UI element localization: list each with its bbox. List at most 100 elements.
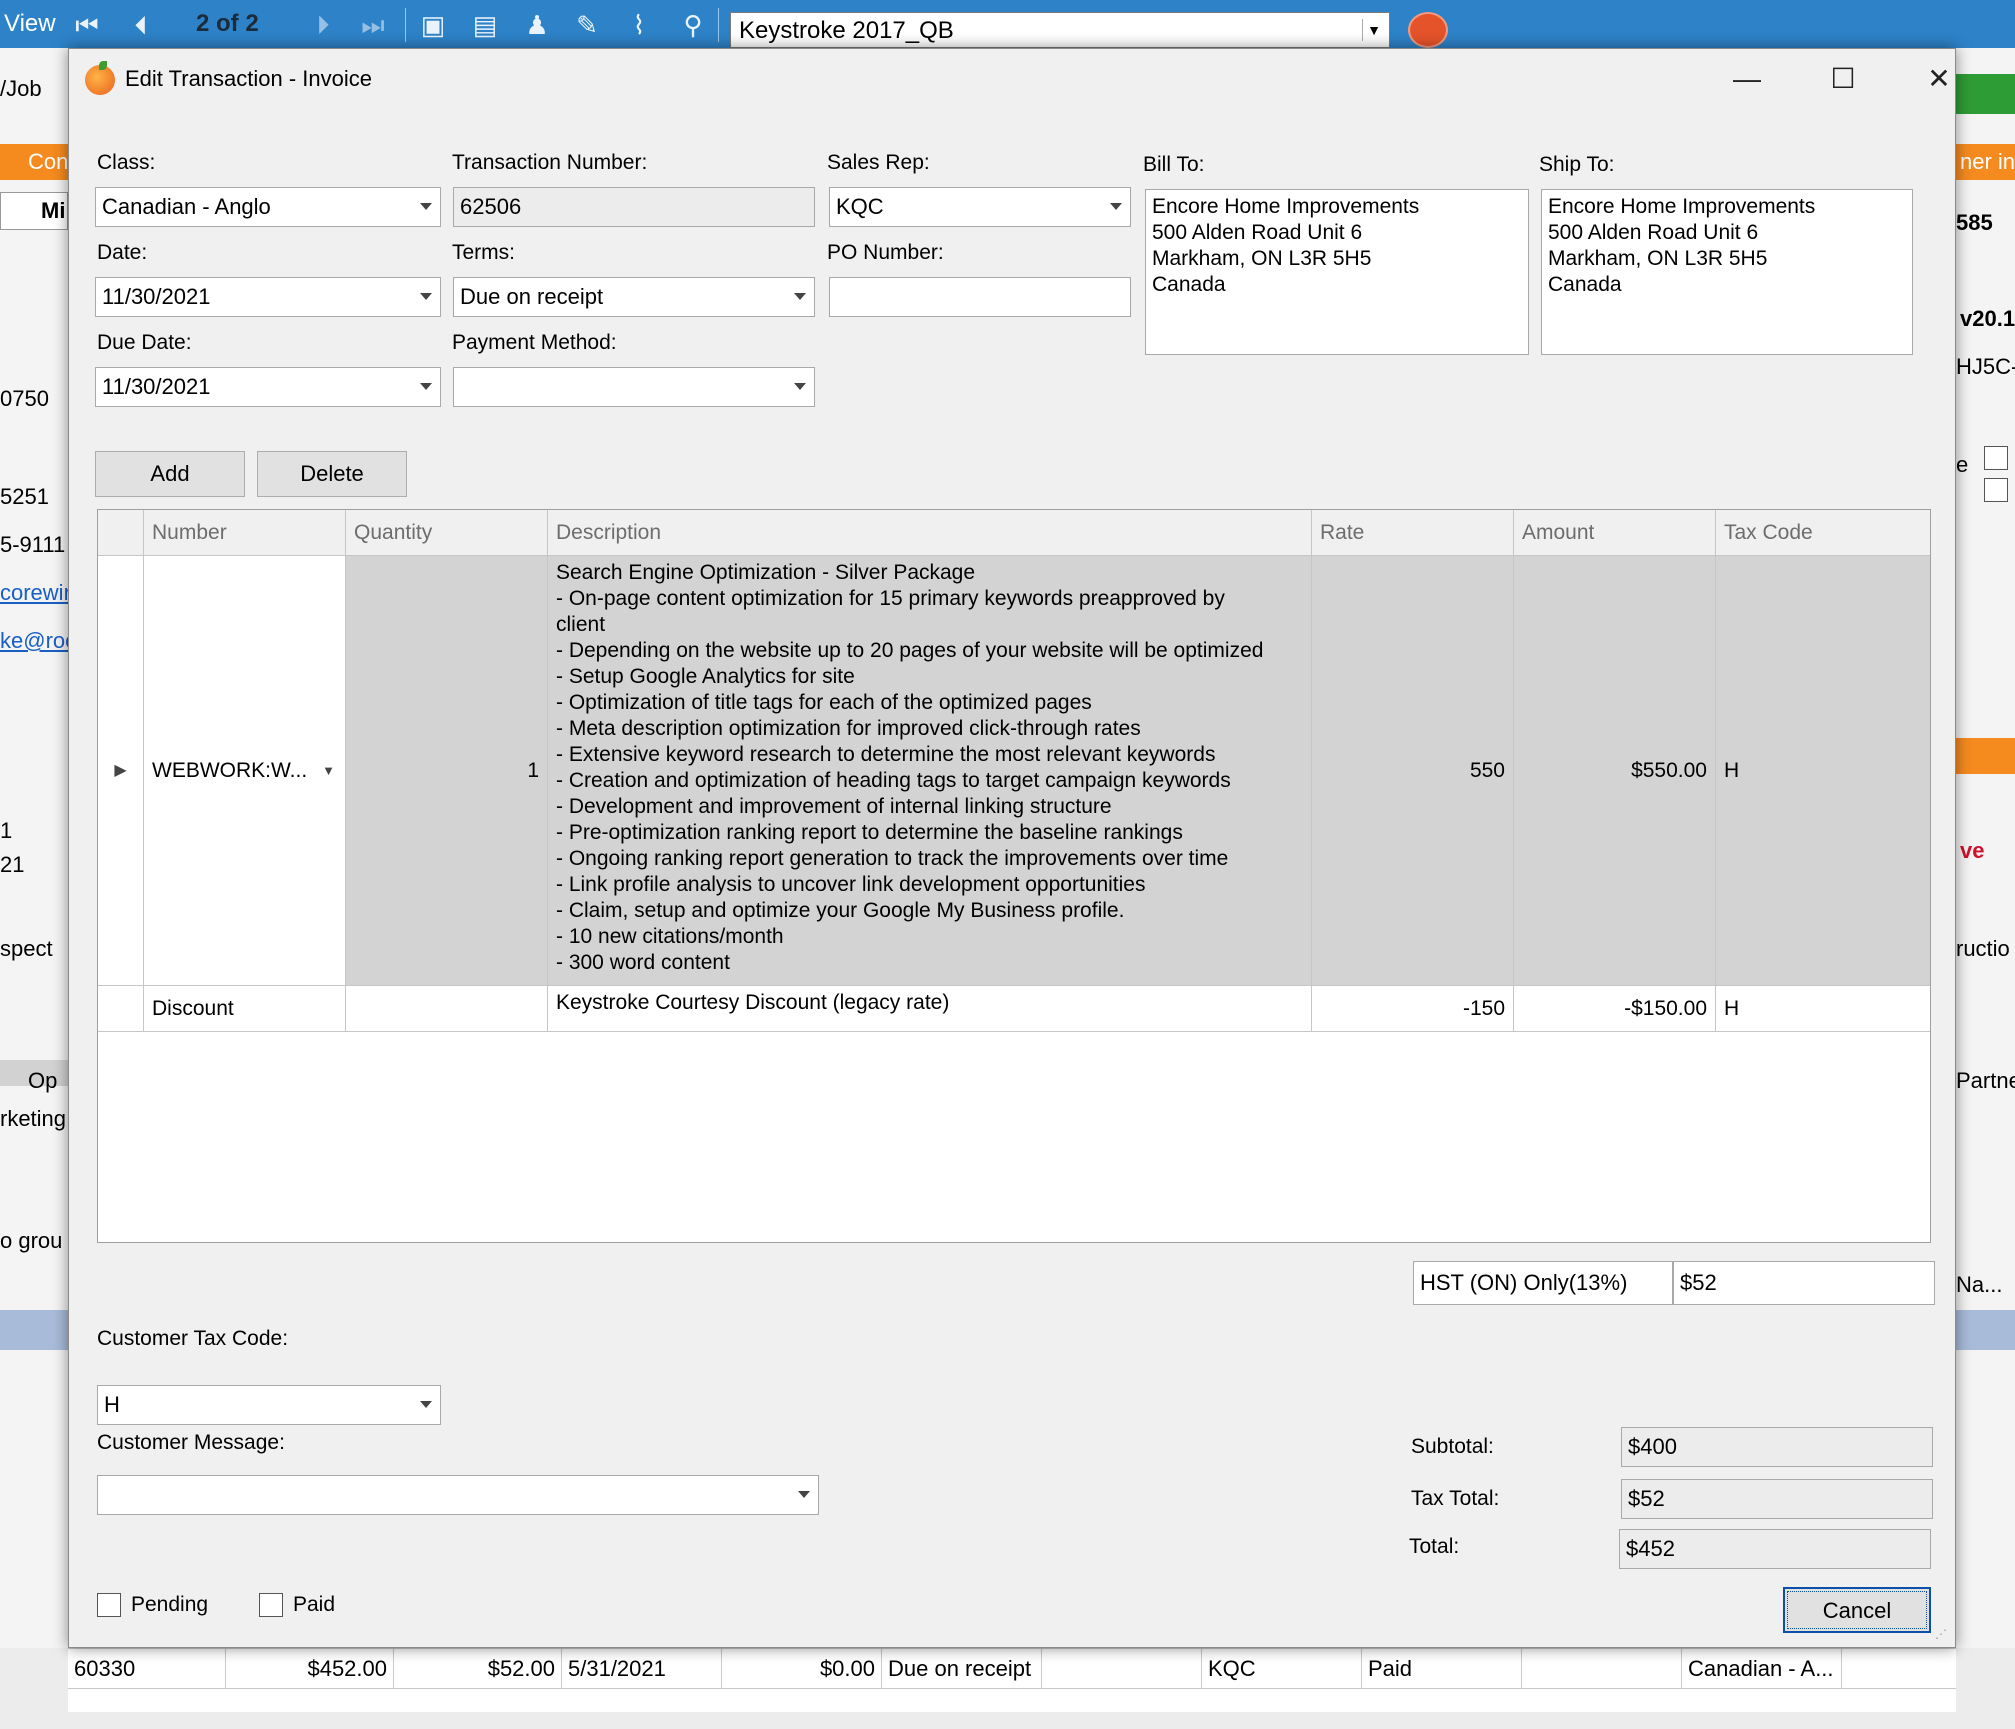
chevron-down-icon[interactable] bbox=[420, 1401, 432, 1408]
chevron-down-icon[interactable] bbox=[420, 293, 432, 300]
bg-checkbox[interactable] bbox=[1984, 446, 2008, 470]
bg-fragment: ner in bbox=[1956, 144, 2015, 180]
bg-checkbox[interactable] bbox=[1984, 478, 2008, 502]
paid-checkbox[interactable] bbox=[259, 1593, 283, 1617]
description-line: - Meta description optimization for impr… bbox=[556, 717, 1141, 740]
description-line: client bbox=[556, 613, 606, 636]
line-tax-code-cell[interactable]: H bbox=[1716, 986, 1930, 1032]
alert-icon[interactable] bbox=[1408, 12, 1448, 48]
customer-message-select[interactable] bbox=[97, 1475, 819, 1515]
chevron-down-icon[interactable] bbox=[420, 203, 432, 210]
line-rate-cell[interactable]: 550 bbox=[1312, 556, 1514, 986]
last-record-icon[interactable]: ⏭ bbox=[360, 12, 386, 38]
profile-select[interactable]: Keystroke 2017_QB ▼ bbox=[730, 12, 1390, 48]
column-header-number[interactable]: Number bbox=[144, 510, 346, 556]
pending-label[interactable]: Pending bbox=[131, 1591, 208, 1619]
chevron-down-icon[interactable] bbox=[794, 383, 806, 390]
line-rate-cell[interactable]: -150 bbox=[1312, 986, 1514, 1032]
sales-rep-select[interactable]: KQC bbox=[829, 187, 1131, 227]
table-cell: $0.00 bbox=[722, 1649, 882, 1689]
table-cell: KQC bbox=[1202, 1649, 1362, 1689]
terms-select[interactable]: Due on receipt bbox=[453, 277, 815, 317]
line-description-cell[interactable]: Search Engine Optimization - Silver Pack… bbox=[548, 556, 1312, 986]
minimize-button[interactable]: — bbox=[1717, 59, 1777, 99]
location-pin-icon[interactable]: ⚲ bbox=[680, 12, 706, 38]
column-header-rate[interactable]: Rate bbox=[1312, 510, 1514, 556]
date-label: Date: bbox=[97, 241, 148, 264]
line-number-cell[interactable]: WEBWORK:W... ▼ bbox=[144, 556, 346, 986]
column-header-description[interactable]: Description bbox=[548, 510, 1312, 556]
view-menu[interactable]: View bbox=[4, 0, 56, 48]
chevron-down-icon[interactable] bbox=[794, 293, 806, 300]
line-number-value: WEBWORK:W... bbox=[152, 759, 308, 782]
pending-checkbox[interactable] bbox=[97, 1593, 121, 1617]
paid-label[interactable]: Paid bbox=[293, 1591, 335, 1619]
due-date-label: Due Date: bbox=[97, 331, 192, 354]
profile-select-value: Keystroke 2017_QB bbox=[739, 17, 954, 44]
sales-rep-select-value: KQC bbox=[836, 194, 884, 219]
bg-fragment: v20.1 bbox=[1960, 306, 2015, 331]
transaction-number-label: Transaction Number: bbox=[452, 151, 648, 174]
table-cell bbox=[1042, 1649, 1202, 1689]
maximize-button[interactable]: ☐ bbox=[1813, 59, 1873, 99]
chevron-down-icon[interactable] bbox=[1110, 203, 1122, 210]
terms-label: Terms: bbox=[452, 241, 515, 264]
table-row[interactable] bbox=[68, 1688, 1956, 1729]
ship-to-address[interactable]: Encore Home Improvements 500 Alden Road … bbox=[1541, 189, 1913, 355]
bg-fragment: 21 bbox=[0, 852, 25, 877]
date-picker[interactable]: 11/30/2021 bbox=[95, 277, 441, 317]
chevron-down-icon[interactable]: ▼ bbox=[322, 556, 335, 985]
customer-tax-code-select[interactable]: H bbox=[97, 1385, 441, 1425]
background-left-panel: /Job Con Mi 0750 5251 5-9111 corewir ke@… bbox=[0, 48, 68, 1648]
row-selector[interactable] bbox=[98, 986, 144, 1032]
save-icon[interactable]: ▣ bbox=[420, 12, 446, 38]
line-description-cell[interactable]: Keystroke Courtesy Discount (legacy rate… bbox=[548, 986, 1312, 1032]
previous-record-icon[interactable]: ⏴ bbox=[128, 12, 154, 38]
class-select[interactable]: Canadian - Anglo bbox=[95, 187, 441, 227]
table-cell: Paid bbox=[1362, 1649, 1522, 1689]
transaction-number-field[interactable]: 62506 bbox=[453, 187, 815, 227]
resize-grip-icon[interactable]: ⋰ bbox=[1935, 1627, 1947, 1641]
total-value: $452 bbox=[1619, 1529, 1931, 1569]
total-label: Total: bbox=[1409, 1535, 1460, 1558]
chevron-down-icon[interactable] bbox=[420, 383, 432, 390]
po-number-field[interactable] bbox=[829, 277, 1131, 317]
payment-method-select[interactable] bbox=[453, 367, 815, 407]
line-tax-code-cell[interactable]: H bbox=[1716, 556, 1930, 986]
bg-orange-header bbox=[1956, 738, 2015, 774]
line-amount-cell[interactable]: $550.00 bbox=[1514, 556, 1716, 986]
delete-line-button[interactable]: Delete bbox=[257, 451, 407, 497]
line-number-cell[interactable]: Discount bbox=[144, 986, 346, 1032]
chevron-down-icon[interactable]: ▼ bbox=[1362, 19, 1385, 41]
close-button[interactable]: ✕ bbox=[1909, 59, 1969, 99]
cancel-button[interactable]: Cancel bbox=[1783, 1587, 1931, 1633]
users-icon[interactable]: ♟ bbox=[524, 12, 550, 38]
column-header-tax-code[interactable]: Tax Code bbox=[1716, 510, 1930, 556]
table-cell: 60330 bbox=[68, 1649, 226, 1689]
bg-fragment: rketing bbox=[0, 1106, 67, 1131]
edit-document-icon[interactable]: ✎ bbox=[574, 12, 600, 38]
next-record-icon[interactable]: ⏵ bbox=[310, 12, 336, 38]
row-selector-arrow-icon[interactable]: ▶ bbox=[98, 556, 144, 986]
description-line: Search Engine Optimization - Silver Pack… bbox=[556, 561, 976, 584]
first-record-icon[interactable]: ⏮ bbox=[74, 12, 100, 38]
column-header-amount[interactable]: Amount bbox=[1514, 510, 1716, 556]
chevron-down-icon[interactable] bbox=[798, 1491, 810, 1498]
attachment-icon[interactable]: ⌇ bbox=[626, 12, 652, 38]
bg-fragment[interactable]: ke@roc bbox=[0, 628, 68, 654]
table-row[interactable]: 60330 $452.00 $52.00 5/31/2021 $0.00 Due… bbox=[68, 1648, 1956, 1689]
app-logo-icon bbox=[85, 61, 115, 95]
add-line-button[interactable]: Add bbox=[95, 451, 245, 497]
description-line: - Optimization of title tags for each of… bbox=[556, 691, 1092, 714]
line-items-grid[interactable]: Number Quantity Description Rate Amount … bbox=[97, 509, 1931, 1243]
bill-to-address[interactable]: Encore Home Improvements 500 Alden Road … bbox=[1145, 189, 1529, 355]
line-amount-cell[interactable]: -$150.00 bbox=[1514, 986, 1716, 1032]
line-quantity-cell[interactable]: 1 bbox=[346, 556, 548, 986]
customer-tax-code-value: H bbox=[104, 1392, 120, 1417]
line-quantity-cell[interactable] bbox=[346, 986, 548, 1032]
description-line: - Setup Google Analytics for site bbox=[556, 665, 855, 688]
column-header-quantity[interactable]: Quantity bbox=[346, 510, 548, 556]
print-icon[interactable]: ▤ bbox=[472, 12, 498, 38]
bg-fragment[interactable]: corewir bbox=[0, 580, 68, 606]
due-date-picker[interactable]: 11/30/2021 bbox=[95, 367, 441, 407]
